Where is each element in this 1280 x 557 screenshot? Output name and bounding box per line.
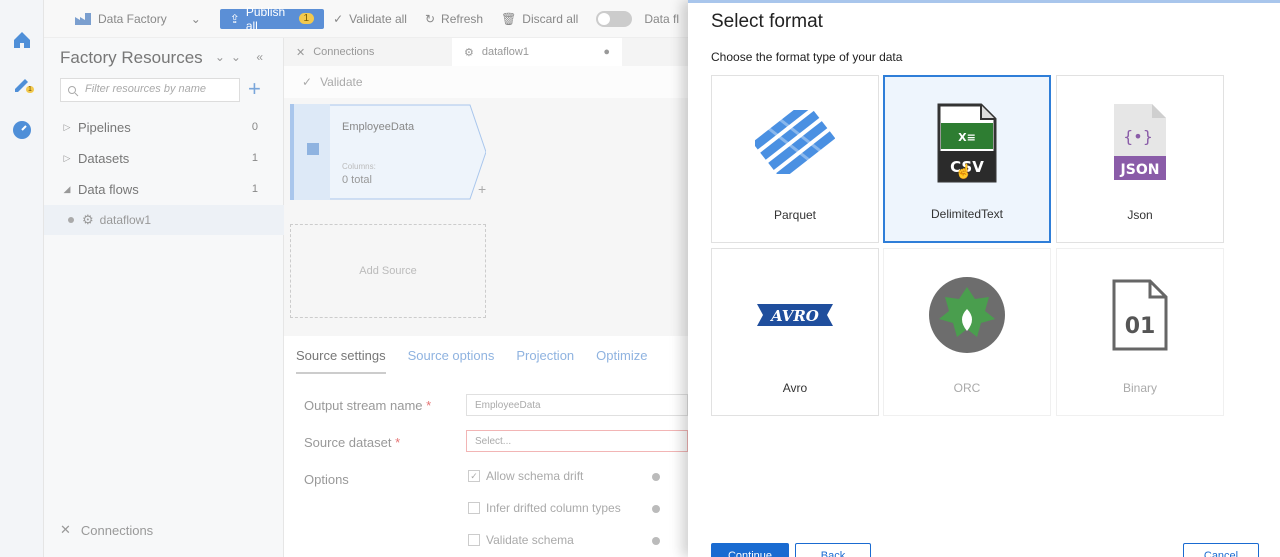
refresh-icon: ↻ (424, 11, 436, 26)
panel-title: Select format (711, 11, 823, 32)
factory-resources-panel: Factory Resources ⌄⌄ « Filter resources … (44, 38, 284, 557)
select-format-panel: Select format Choose the format type of … (688, 0, 1280, 557)
graph-canvas[interactable]: EmployeeData Columns: 0 total + Add Sour… (284, 98, 688, 336)
json-file-icon: {•} JSON (1057, 102, 1223, 182)
cancel-button[interactable]: Cancel (1183, 543, 1259, 557)
binary-file-icon: 01 (1057, 275, 1223, 355)
format-card-binary[interactable]: 01 Binary (1056, 248, 1224, 416)
editor-tabs: ✕ Connections ⚙ dataflow1 ● (284, 38, 688, 66)
tab-connections[interactable]: ✕ Connections (284, 38, 452, 66)
trash-icon: 🗑 (501, 11, 517, 26)
tab-optimize[interactable]: Optimize (596, 348, 647, 374)
json-label-text: JSON (1120, 162, 1160, 178)
author-badge: 1 (26, 86, 34, 93)
tab-projection[interactable]: Projection (516, 348, 574, 374)
refresh-button[interactable]: ↻ Refresh (416, 12, 492, 26)
validate-all-button[interactable]: ✓ Validate all (324, 12, 416, 26)
json-braces-text: {•} (1123, 127, 1153, 146)
format-card-avro[interactable]: AVRO Avro (711, 248, 879, 416)
connections-icon: ✕ (60, 522, 71, 537)
panel-top-accent (688, 0, 1280, 3)
nav-rail: 1 (0, 0, 44, 557)
tab-dataflow1[interactable]: ⚙ dataflow1 ● (452, 38, 622, 66)
avro-logo-icon: AVRO (712, 275, 878, 355)
avro-logo-text: AVRO (769, 307, 819, 325)
dataflow-icon: ⚙ (82, 212, 94, 227)
panel-subtitle: Choose the format type of your data (711, 50, 903, 64)
format-card-orc[interactable]: ORC (883, 248, 1051, 416)
status-dot (68, 217, 74, 223)
output-stream-label: Output stream name * (304, 398, 432, 413)
binary-label-text: 01 (1125, 314, 1156, 339)
checkbox-checked[interactable]: ✓ (468, 470, 480, 482)
expand-arrow-icon: ▷ (63, 152, 71, 163)
data-flow-debug-toggle[interactable]: Data fl (587, 10, 688, 27)
app-name: Data Factory (98, 11, 167, 26)
validate-button[interactable]: ✓ Validate (284, 66, 688, 98)
dataflow-editor: ✕ Connections ⚙ dataflow1 ● ✓ Validate E… (284, 38, 688, 557)
option-infer-drifted-types[interactable]: Infer drifted column types (468, 501, 621, 515)
checkmark-icon: ✓ (333, 11, 344, 26)
factory-icon (75, 12, 91, 25)
back-button[interactable]: Back (795, 543, 871, 557)
format-card-parquet[interactable]: Parquet (711, 75, 879, 243)
parquet-icon (712, 102, 878, 182)
monitor-gauge-icon[interactable] (10, 118, 34, 142)
settings-panel: Source settings Source options Projectio… (284, 336, 688, 557)
unsaved-dot-icon: ● (603, 46, 610, 58)
publish-count-badge: 1 (298, 13, 315, 24)
tree-item-pipelines[interactable]: ▷ Pipelines 0 (44, 112, 284, 142)
mouse-cursor-icon: ☝ (955, 163, 973, 179)
tree-item-data-flows[interactable]: ◢ Data flows 1 (44, 174, 284, 204)
panel-title: Factory Resources (60, 48, 203, 67)
settings-tabs: Source settings Source options Projectio… (296, 348, 647, 374)
top-toolbar: Data Factory ⌄ ⇪ Publish all 1 ✓ Validat… (44, 0, 688, 38)
discard-all-button[interactable]: 🗑 Discard all (492, 12, 587, 26)
collapse-icons[interactable]: ⌄⌄ « (215, 50, 269, 64)
orc-logo-icon (884, 275, 1050, 355)
expand-arrow-icon: ▷ (63, 121, 71, 132)
continue-button[interactable]: Continue (711, 543, 789, 557)
add-transform-plus-icon[interactable]: + (478, 181, 486, 197)
info-icon[interactable] (652, 473, 660, 481)
search-icon (68, 86, 79, 97)
source-table-icon (307, 143, 319, 155)
publish-all-button[interactable]: ⇪ Publish all 1 (219, 5, 325, 33)
author-pencil-icon[interactable]: 1 (10, 72, 34, 96)
source-dataset-select[interactable]: Select... (466, 430, 688, 452)
output-stream-input[interactable]: EmployeeData (466, 394, 688, 416)
format-card-json[interactable]: {•} JSON Json (1056, 75, 1224, 243)
connections-link[interactable]: ✕ Connections (60, 522, 153, 538)
info-icon[interactable] (652, 537, 660, 545)
add-resource-plus-icon[interactable]: + (248, 76, 261, 102)
tree-item-datasets[interactable]: ▷ Datasets 1 (44, 143, 284, 173)
checkbox[interactable] (468, 534, 480, 546)
dataflow-icon: ⚙ (464, 46, 474, 59)
connections-icon: ✕ (296, 46, 306, 59)
chevron-down-icon: ⌄ (190, 11, 201, 26)
toggle-switch[interactable] (596, 10, 633, 27)
checkmark-icon: ✓ (302, 75, 313, 89)
add-source-box[interactable]: Add Source (290, 224, 486, 318)
option-allow-schema-drift[interactable]: ✓ Allow schema drift (468, 469, 583, 483)
upload-icon: ⇪ (229, 11, 240, 26)
resource-search-input[interactable]: Filter resources by name (60, 78, 240, 102)
tab-source-settings[interactable]: Source settings (296, 348, 386, 374)
options-label: Options (304, 472, 349, 487)
source-node-employeedata[interactable]: EmployeeData Columns: 0 total (290, 104, 486, 200)
info-icon[interactable] (652, 505, 660, 513)
source-dataset-label: Source dataset * (304, 435, 401, 450)
home-icon[interactable] (10, 28, 34, 52)
data-factory-selector[interactable]: Data Factory ⌄ (44, 12, 210, 26)
tab-source-options[interactable]: Source options (408, 348, 495, 374)
collapse-arrow-icon: ◢ (63, 183, 71, 194)
excel-badge-text: X≡ (958, 131, 976, 144)
option-validate-schema[interactable]: Validate schema (468, 533, 574, 547)
format-card-delimitedtext[interactable]: X≡ CSV DelimitedText ☝ (883, 75, 1051, 243)
tree-item-dataflow1[interactable]: ⚙ dataflow1 (44, 205, 284, 235)
checkbox[interactable] (468, 502, 480, 514)
